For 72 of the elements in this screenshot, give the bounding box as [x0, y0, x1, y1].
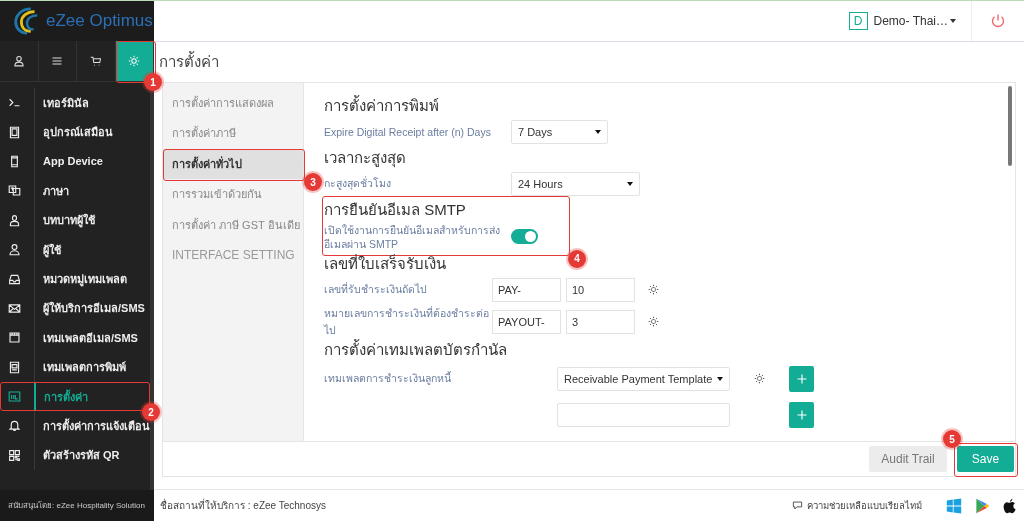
- play-store-icon[interactable]: [974, 497, 990, 514]
- help-link[interactable]: ความช่วยเหลือแบบเรียลไทม์: [807, 498, 922, 514]
- scrollbar-thumb[interactable]: [1008, 85, 1012, 166]
- sponsor-text: สนับสนุนโดย: eZee Hospitality Solution: [8, 500, 145, 512]
- field-label: หมายเลขการชำระเงินที่ต้องชำระต่อไป: [324, 305, 490, 338]
- tablet-icon: [8, 125, 21, 139]
- section-heading: การยืนยันอีเมล SMTP: [324, 199, 466, 220]
- sidebar-item[interactable]: ผู้ใช้: [0, 234, 150, 265]
- sidebar-item[interactable]: เทมเพลตการพิมพ์: [0, 352, 150, 382]
- settings-icon[interactable]: [648, 316, 659, 328]
- sidebar-item[interactable]: ภาษา: [0, 176, 150, 206]
- select-field[interactable]: 24 Hours: [511, 171, 640, 196]
- provider-text: ชื่อสถานที่ให้บริการ : eZee Technosys: [160, 498, 326, 514]
- prefix-field[interactable]: PAY-: [492, 277, 561, 302]
- settings-icon[interactable]: [648, 284, 659, 296]
- plus-icon: [795, 408, 808, 421]
- step-badge: 2: [142, 403, 160, 422]
- field-label: เลขที่รับชำระเงินถัดไป: [324, 281, 428, 298]
- calendar-icon: [8, 331, 21, 345]
- apple-icon[interactable]: [1002, 497, 1018, 514]
- user-solid-icon: [8, 213, 21, 227]
- select-field[interactable]: Receivable Payment Template: [557, 366, 730, 391]
- step-badge: 5: [943, 430, 961, 449]
- add-button[interactable]: [789, 365, 814, 392]
- document-icon: [8, 360, 21, 374]
- plus-icon: [795, 372, 808, 385]
- field-label: กะสูงสุดชั่วโมง: [324, 175, 392, 192]
- section-heading: เลขที่ใบเสร็จรับเงิน: [324, 253, 446, 274]
- envelope-icon: [8, 301, 21, 315]
- sidebar-item[interactable]: ผู้ให้บริการอีเมล/SMS: [0, 293, 150, 324]
- field-label: เปิดใช้งานการยืนยันอีเมลสำหรับการส่งอีเมลผ่าน SMTP: [324, 222, 501, 252]
- step-badge: 3: [304, 173, 322, 192]
- user-icon: [12, 55, 25, 67]
- audit-button[interactable]: Audit Trail: [869, 446, 947, 473]
- field-label: เทมเพลตการชำระเงินลูกหนี้: [324, 370, 452, 387]
- number-field[interactable]: 3: [566, 309, 635, 334]
- language-icon: [8, 184, 21, 198]
- qr-icon: [8, 448, 21, 462]
- power-icon[interactable]: [990, 13, 1006, 29]
- number-field[interactable]: 10: [566, 277, 635, 302]
- gear-icon: [128, 55, 141, 67]
- settings-icon[interactable]: [754, 373, 765, 385]
- section-heading: เวลากะสูงสุด: [324, 147, 406, 169]
- page-title: การตั้งค่า: [159, 50, 219, 72]
- sidebar-item[interactable]: หมวดหมู่เทมเพลต: [0, 264, 150, 294]
- sidebar-item[interactable]: ตัวสร้างรหัส QR: [0, 440, 150, 471]
- sidebar-item[interactable]: อุปกรณ์เสมือน: [0, 117, 150, 147]
- section-heading: การตั้งค่าการพิมพ์: [324, 94, 439, 116]
- sidebar-item[interactable]: เทมเพลตอีเมล/SMS: [0, 323, 150, 353]
- toggle-switch[interactable]: [511, 229, 538, 245]
- bell-icon: [8, 419, 21, 433]
- sidebar-item[interactable]: เทอร์มินัล: [0, 88, 150, 118]
- logo-text: eZee Optimus: [46, 11, 153, 31]
- property-initial: D: [848, 12, 868, 30]
- cart-icon: [89, 55, 102, 67]
- add-button[interactable]: [789, 401, 814, 428]
- sidebar-item[interactable]: App Device: [0, 146, 150, 177]
- user-icon: [8, 243, 21, 257]
- phone-icon: [8, 154, 21, 168]
- settings-icon: [8, 390, 21, 404]
- field-label: Expire Digital Receipt after (n) Days: [324, 125, 492, 138]
- sidebar-item[interactable]: บทบาทผู้ใช้: [0, 205, 150, 235]
- windows-icon[interactable]: [946, 497, 962, 514]
- section-heading: การตั้งค่าเทมเพลตบัตรกำนัล: [324, 338, 507, 360]
- prefix-field[interactable]: PAYOUT-: [492, 309, 561, 334]
- property-dropdown[interactable]: Demo- Thai…: [873, 14, 956, 28]
- select-field[interactable]: [557, 402, 730, 427]
- select-field[interactable]: 7 Days: [511, 119, 608, 144]
- chat-icon: [792, 500, 803, 512]
- tray-icon: [8, 272, 21, 286]
- step-badge: 4: [568, 249, 586, 268]
- menu-icon: [51, 55, 64, 67]
